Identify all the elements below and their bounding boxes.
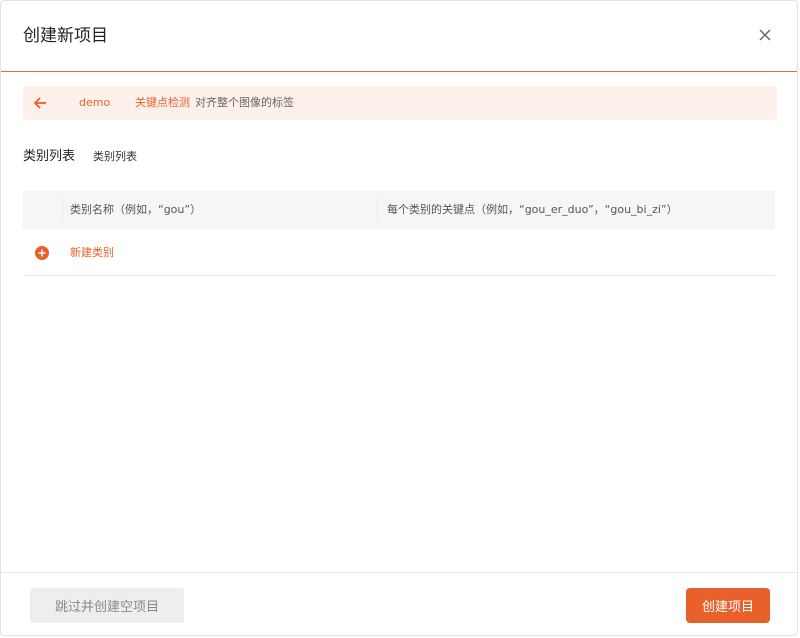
column-header-category-name: 类别名称（例如，“gou”） xyxy=(70,203,202,216)
breadcrumb-type-description: 对齐整个图像的标签 xyxy=(195,96,294,109)
column-header-keypoints: 每个类别的关键点（例如，“gou_er_duo”，“gou_bi_zi”） xyxy=(387,203,678,216)
category-section-subtitle: 类别列表 xyxy=(93,150,137,163)
dialog-header: 创建新项目 xyxy=(1,1,797,72)
arrow-left-icon[interactable] xyxy=(33,95,49,111)
category-section-title: 类别列表 xyxy=(23,149,76,164)
dialog-footer: 跳过并创建空项目 创建项目 xyxy=(1,572,797,637)
plus-circle-icon[interactable] xyxy=(35,245,49,260)
close-icon[interactable] xyxy=(755,25,775,45)
category-table: 类别名称（例如，“gou”） 每个类别的关键点（例如，“gou_er_duo”，… xyxy=(23,191,775,277)
breadcrumb-project-type: 关键点检测 xyxy=(135,96,190,109)
add-category-button[interactable]: 新建类别 xyxy=(70,246,114,260)
skip-create-empty-button[interactable]: 跳过并创建空项目 xyxy=(30,588,184,623)
dialog-title: 创建新项目 xyxy=(23,26,108,46)
table-header: 类别名称（例如，“gou”） 每个类别的关键点（例如，“gou_er_duo”，… xyxy=(23,191,775,229)
add-category-row[interactable]: 新建类别 xyxy=(23,229,775,276)
create-project-button[interactable]: 创建项目 xyxy=(686,588,770,623)
breadcrumb-project-name[interactable]: demo xyxy=(79,96,110,110)
breadcrumb: demo 关键点检测 对齐整个图像的标签 xyxy=(23,86,777,120)
create-project-dialog: 创建新项目 demo 关键点检测 对齐整个图像的标签 类别列表 类别列表 类别名… xyxy=(0,0,798,636)
